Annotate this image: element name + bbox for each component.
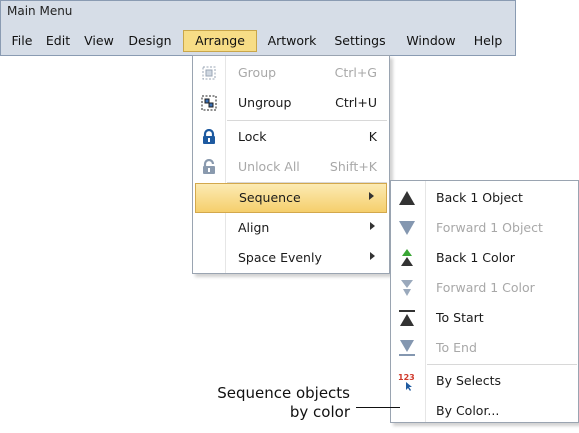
back-object-icon [397,188,417,208]
menu-item-by-selects[interactable]: 123 By Selects [391,366,578,396]
separator [227,120,387,121]
callout-line-2: by color [289,403,350,421]
menu-arrange[interactable]: Arrange [183,30,257,52]
sequence-submenu: Back 1 Object Forward 1 Object Back 1 Co… [390,180,579,423]
unlock-icon [201,158,217,175]
menu-item-sequence[interactable]: Sequence [195,183,387,213]
lock-label: Lock [238,129,267,144]
menu-item-space-evenly[interactable]: Space Evenly [193,243,389,273]
lock-icon [201,128,217,145]
menu-window[interactable]: Window [397,30,465,52]
menu-item-to-start[interactable]: To Start [391,303,578,333]
to-end-icon [397,338,417,358]
main-menu-window: Main Menu File Edit View Design Arrange … [0,0,516,56]
menu-item-group[interactable]: Group Ctrl+G [193,58,389,88]
back-color-icon [397,248,417,268]
menu-design[interactable]: Design [121,30,179,52]
forward-object-icon [397,218,417,238]
menu-item-back-1-color[interactable]: Back 1 Color [391,243,578,273]
unlock-all-shortcut: Shift+K [329,159,377,174]
separator [427,364,577,365]
menu-item-forward-1-color[interactable]: Forward 1 Color [391,273,578,303]
menu-item-back-1-object[interactable]: Back 1 Object [391,183,578,213]
callout-text: Sequence objects by color [170,384,350,422]
by-color-label: By Color... [436,403,500,418]
back-1-color-label: Back 1 Color [436,250,515,265]
svg-text:123: 123 [398,373,415,382]
menu-settings[interactable]: Settings [327,30,393,52]
menu-artwork[interactable]: Artwork [261,30,323,52]
group-shortcut: Ctrl+G [334,65,377,80]
ungroup-icon [201,95,217,111]
by-selects-label: By Selects [436,373,502,388]
submenu-arrow-icon [369,192,374,200]
menu-item-forward-1-object[interactable]: Forward 1 Object [391,213,578,243]
back-1-object-label: Back 1 Object [436,190,523,205]
submenu-arrow-icon [370,252,375,260]
menu-item-lock[interactable]: Lock K [193,122,389,152]
forward-1-color-label: Forward 1 Color [436,280,535,295]
menu-edit[interactable]: Edit [41,30,75,52]
ungroup-label: Ungroup [238,95,292,110]
callout-leader-line [356,407,400,408]
space-evenly-label: Space Evenly [238,250,322,265]
window-title: Main Menu [7,4,73,18]
menu-help[interactable]: Help [467,30,509,52]
menu-item-to-end[interactable]: To End [391,333,578,363]
menubar: File Edit View Design Arrange Artwork Se… [1,22,515,56]
forward-1-object-label: Forward 1 Object [436,220,543,235]
menu-item-unlock-all[interactable]: Unlock All Shift+K [193,152,389,182]
forward-color-icon [397,278,417,298]
menu-item-align[interactable]: Align [193,213,389,243]
to-end-label: To End [436,340,477,355]
callout-line-1: Sequence objects [217,384,350,402]
menu-item-by-color[interactable]: By Color... [391,396,578,426]
menu-file[interactable]: File [7,30,37,52]
menu-view[interactable]: View [79,30,119,52]
group-label: Group [238,65,277,80]
ungroup-shortcut: Ctrl+U [335,95,377,110]
sequence-label: Sequence [239,190,301,205]
submenu-arrow-icon [370,222,375,230]
align-label: Align [238,220,270,235]
to-start-label: To Start [436,310,484,325]
to-start-icon [397,308,417,328]
by-selects-icon: 123 [397,371,417,391]
group-icon [201,65,217,81]
unlock-all-label: Unlock All [238,159,300,174]
lock-shortcut: K [368,129,377,144]
menu-item-ungroup[interactable]: Ungroup Ctrl+U [193,88,389,118]
arrange-dropdown: Group Ctrl+G Ungroup Ctrl+U Lock K Unloc… [192,55,390,274]
